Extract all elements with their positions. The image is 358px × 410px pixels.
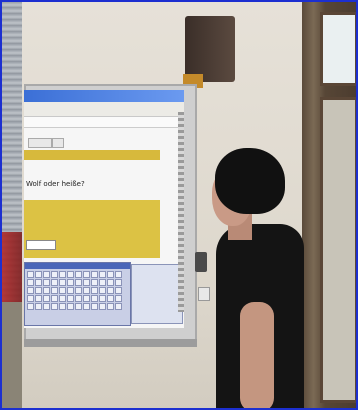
key xyxy=(99,295,106,302)
key xyxy=(59,295,66,302)
address-bar xyxy=(24,117,184,128)
key xyxy=(83,271,90,278)
key xyxy=(27,279,34,286)
key xyxy=(99,287,106,294)
key xyxy=(27,271,34,278)
key xyxy=(83,279,90,286)
key xyxy=(51,287,58,294)
key xyxy=(27,303,34,310)
key xyxy=(51,295,58,302)
browser-toolbar xyxy=(24,102,184,117)
key xyxy=(35,295,42,302)
key xyxy=(83,295,90,302)
key xyxy=(91,271,98,278)
pen-holder-icon xyxy=(195,252,207,272)
key xyxy=(43,287,50,294)
key xyxy=(115,279,122,286)
key xyxy=(99,271,106,278)
key xyxy=(91,279,98,286)
key xyxy=(91,295,98,302)
yellow-header-band xyxy=(24,150,160,160)
key xyxy=(35,287,42,294)
key xyxy=(75,271,82,278)
key xyxy=(83,287,90,294)
key xyxy=(91,287,98,294)
key xyxy=(59,271,66,278)
key xyxy=(115,271,122,278)
key xyxy=(91,303,98,310)
power-outlet-icon xyxy=(198,287,210,301)
key xyxy=(67,295,74,302)
key xyxy=(99,279,106,286)
key xyxy=(43,295,50,302)
key xyxy=(43,279,50,286)
projected-screen: Wolf oder heiße? xyxy=(24,90,184,328)
key xyxy=(115,303,122,310)
key xyxy=(83,303,90,310)
key xyxy=(67,271,74,278)
person-arm xyxy=(240,302,274,408)
key xyxy=(67,279,74,286)
key xyxy=(75,303,82,310)
key xyxy=(107,303,114,310)
door-window-bottom xyxy=(320,97,356,403)
shelf xyxy=(2,302,24,408)
on-screen-keyboard xyxy=(24,262,131,326)
person-hair xyxy=(215,148,285,214)
key xyxy=(59,287,66,294)
key xyxy=(75,287,82,294)
keyboard-numpad xyxy=(131,264,183,324)
key xyxy=(35,279,42,286)
key xyxy=(51,271,58,278)
key xyxy=(67,287,74,294)
key xyxy=(115,295,122,302)
key xyxy=(51,279,58,286)
tab-button-small xyxy=(52,138,64,148)
key xyxy=(43,303,50,310)
key xyxy=(59,303,66,310)
key xyxy=(107,279,114,286)
key xyxy=(107,295,114,302)
key xyxy=(43,271,50,278)
answer-input xyxy=(26,240,56,250)
board-tray xyxy=(24,339,197,347)
speaker-icon xyxy=(185,16,235,82)
question-text: Wolf oder heiße? xyxy=(26,180,85,188)
key xyxy=(75,279,82,286)
key xyxy=(75,295,82,302)
key xyxy=(59,279,66,286)
door-window-top xyxy=(320,12,356,86)
browser-titlebar xyxy=(24,90,184,102)
key xyxy=(107,271,114,278)
key xyxy=(27,295,34,302)
key xyxy=(115,287,122,294)
board-edge-strip xyxy=(178,112,184,312)
key xyxy=(27,287,34,294)
key xyxy=(99,303,106,310)
tab-button xyxy=(28,138,52,148)
key xyxy=(51,303,58,310)
key xyxy=(67,303,74,310)
key xyxy=(35,271,42,278)
photo-frame: Wolf oder heiße? xyxy=(0,0,358,410)
key xyxy=(107,287,114,294)
key xyxy=(35,303,42,310)
keyboard-keys xyxy=(25,269,130,312)
